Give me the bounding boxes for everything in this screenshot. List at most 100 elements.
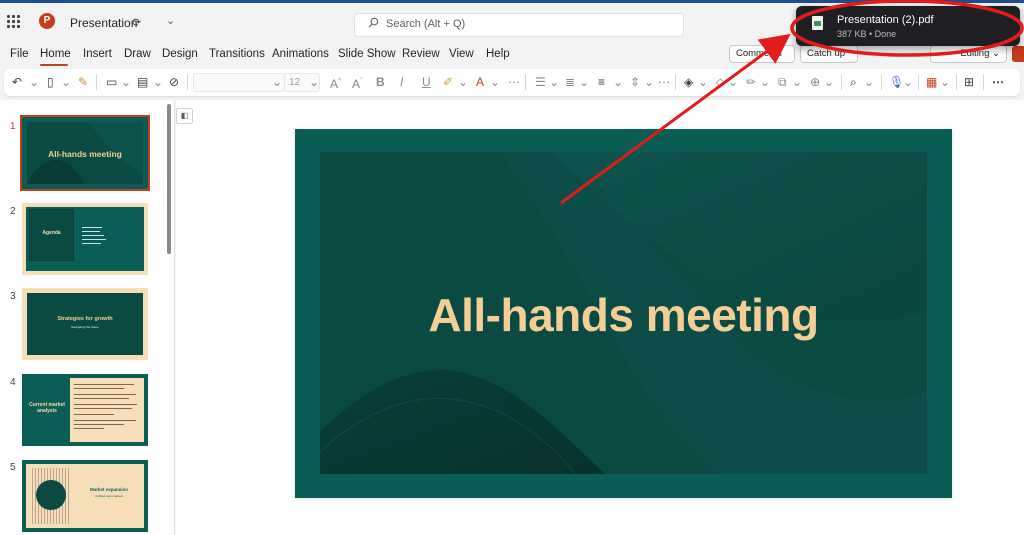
editing-mode-button[interactable]: Editing ⌄ bbox=[930, 45, 1007, 63]
comments-button[interactable]: Comments bbox=[729, 45, 795, 63]
menu-file[interactable]: File bbox=[10, 48, 29, 60]
text-line bbox=[74, 388, 124, 389]
slide-thumbnail-3[interactable]: Strategies for growth Navigating the fut… bbox=[22, 288, 148, 360]
menu-animations[interactable]: Animations bbox=[272, 48, 329, 60]
slide-thumbnail-5[interactable]: Market expansion Untitled new markets bbox=[22, 460, 148, 532]
align-chevron-icon[interactable]: ⌄ bbox=[613, 74, 623, 90]
download-file-name[interactable]: Presentation (2).pdf bbox=[837, 14, 934, 26]
menu-draw[interactable]: Draw bbox=[124, 48, 151, 60]
menu-bar bbox=[0, 43, 1024, 67]
toggle-pane-icon[interactable]: ◧ bbox=[176, 108, 193, 124]
find-icon[interactable]: ⌕ bbox=[850, 74, 857, 90]
thumbnail-title: Current market analysis bbox=[29, 402, 65, 414]
decrease-font-icon[interactable]: Aˇ bbox=[352, 74, 362, 91]
download-notification[interactable] bbox=[796, 6, 1020, 46]
powerpoint-logo-icon: P bbox=[39, 13, 58, 29]
numbering-chevron-icon[interactable]: ⌄ bbox=[579, 74, 589, 90]
ribbon-divider bbox=[881, 74, 882, 90]
layout-icon[interactable]: ▤ bbox=[137, 74, 148, 90]
increase-font-icon[interactable]: A^ bbox=[330, 74, 341, 91]
menu-transitions[interactable]: Transitions bbox=[209, 48, 265, 60]
catch-up-button[interactable]: Catch up bbox=[800, 45, 858, 63]
highlight-icon[interactable]: ✐ bbox=[443, 74, 453, 90]
bullets-icon[interactable]: ☰ bbox=[535, 74, 546, 90]
text-line bbox=[74, 414, 114, 415]
document-title[interactable]: Presentation bbox=[70, 16, 137, 30]
font-family-chevron-icon[interactable]: ⌄ bbox=[272, 74, 282, 90]
arrange-chevron-icon[interactable]: ⌄ bbox=[792, 74, 802, 90]
italic-icon[interactable]: I bbox=[400, 74, 403, 90]
pdf-file-icon bbox=[812, 16, 823, 30]
menu-insert[interactable]: Insert bbox=[83, 48, 112, 60]
chevron-down-icon[interactable]: ⌄ bbox=[166, 14, 175, 27]
slide-thumbnail-1[interactable]: All-hands meeting bbox=[20, 115, 150, 191]
download-status: 387 KB • Done bbox=[837, 29, 897, 39]
share-button[interactable] bbox=[1012, 46, 1024, 62]
ribbon-divider bbox=[96, 74, 97, 90]
undo-icon[interactable]: ↶ bbox=[12, 74, 22, 90]
ribbon-divider bbox=[983, 74, 984, 90]
underline-icon[interactable]: U bbox=[422, 74, 431, 90]
align-icon[interactable]: ≡ bbox=[598, 74, 605, 90]
designer-icon[interactable]: ▦ bbox=[926, 74, 937, 90]
slide-title[interactable]: All-hands meeting bbox=[320, 288, 927, 342]
slide-number: 3 bbox=[10, 291, 16, 302]
slide-thumbnail-4[interactable]: Current market analysis bbox=[22, 374, 148, 446]
add-ins-icon[interactable]: ⊞ bbox=[964, 74, 974, 90]
slide-thumbnail-2[interactable]: Agenda bbox=[22, 203, 148, 275]
bullets-chevron-icon[interactable]: ⌄ bbox=[549, 74, 559, 90]
catch-up-label: Catch up bbox=[807, 48, 846, 59]
more-paragraph-options-icon[interactable]: ⋯ bbox=[658, 74, 670, 90]
thumbnail-title: Market expansion bbox=[89, 487, 128, 492]
shapes-chevron-icon[interactable]: ⌄ bbox=[698, 74, 708, 90]
menu-design[interactable]: Design bbox=[162, 48, 198, 60]
line-spacing-chevron-icon[interactable]: ⌄ bbox=[644, 74, 654, 90]
designer-chevron-icon[interactable]: ⌄ bbox=[940, 74, 950, 90]
menu-review[interactable]: Review bbox=[402, 48, 440, 60]
font-color-chevron-icon[interactable]: ⌄ bbox=[490, 74, 500, 90]
dictate-chevron-icon[interactable]: ⌄ bbox=[903, 74, 913, 90]
ribbon-divider bbox=[956, 74, 957, 90]
slide-number: 1 bbox=[10, 121, 16, 132]
menu-view[interactable]: View bbox=[449, 48, 474, 60]
layout-chevron-icon[interactable]: ⌄ bbox=[153, 74, 163, 90]
shape-outline-chevron-icon[interactable]: ⌄ bbox=[760, 74, 770, 90]
find-chevron-icon[interactable]: ⌄ bbox=[864, 74, 874, 90]
app-launcher-icon[interactable] bbox=[7, 15, 20, 28]
menu-slide-show[interactable]: Slide Show bbox=[338, 48, 396, 60]
paste-chevron-icon[interactable]: ⌄ bbox=[61, 74, 71, 90]
undo-chevron-icon[interactable]: ⌄ bbox=[29, 74, 39, 90]
text-line bbox=[82, 231, 100, 232]
current-slide[interactable]: All-hands meeting bbox=[295, 129, 952, 498]
new-slide-icon[interactable]: ▭ bbox=[106, 74, 117, 90]
quick-styles-icon[interactable]: ⊕ bbox=[810, 74, 820, 90]
new-slide-chevron-icon[interactable]: ⌄ bbox=[121, 74, 131, 90]
arrange-icon[interactable]: ⧉ bbox=[778, 74, 787, 90]
hide-slide-icon[interactable]: ⊘ bbox=[169, 74, 179, 90]
shapes-icon[interactable]: ◈ bbox=[684, 74, 693, 90]
dictate-icon[interactable]: 🎙︎ bbox=[889, 74, 904, 90]
text-line bbox=[82, 227, 102, 228]
slide-content-area: All-hands meeting bbox=[320, 152, 927, 474]
quick-styles-chevron-icon[interactable]: ⌄ bbox=[824, 74, 834, 90]
shape-fill-icon[interactable]: ◇ bbox=[716, 74, 725, 90]
menu-home[interactable]: Home bbox=[40, 48, 71, 60]
thumbnail-scrollbar[interactable] bbox=[167, 104, 171, 254]
shape-fill-chevron-icon[interactable]: ⌄ bbox=[728, 74, 738, 90]
bold-icon[interactable]: B bbox=[376, 74, 385, 90]
shape-outline-icon[interactable]: ✏ bbox=[746, 74, 756, 90]
font-color-icon[interactable]: A bbox=[476, 74, 484, 90]
line-spacing-icon[interactable]: ⇕ bbox=[630, 74, 640, 90]
ribbon-divider bbox=[675, 74, 676, 90]
comments-label: Comments bbox=[736, 48, 782, 59]
numbering-icon[interactable]: ≣ bbox=[565, 74, 575, 90]
more-options-icon[interactable]: ⋯ bbox=[992, 74, 1004, 90]
paste-icon[interactable]: ▯ bbox=[47, 74, 54, 90]
font-size-chevron-icon[interactable]: ⌄ bbox=[309, 74, 319, 90]
format-painter-icon[interactable]: ✎ bbox=[78, 74, 88, 90]
highlight-chevron-icon[interactable]: ⌄ bbox=[458, 74, 468, 90]
editing-label: Editing bbox=[960, 48, 990, 59]
menu-help[interactable]: Help bbox=[486, 48, 510, 60]
more-font-options-icon[interactable]: ⋯ bbox=[508, 74, 520, 90]
thumbnail-title: All-hands meeting bbox=[48, 149, 122, 159]
